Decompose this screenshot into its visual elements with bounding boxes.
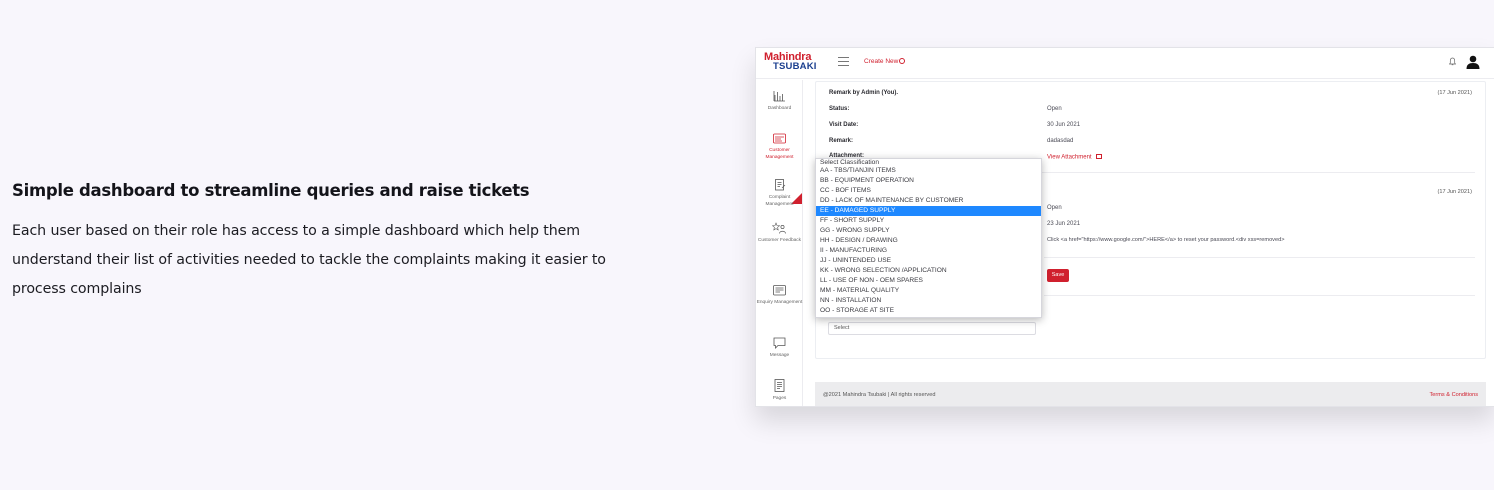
sidebar-item-message[interactable]: Message — [756, 337, 803, 359]
dropdown-placeholder[interactable]: Select Classification — [816, 159, 1041, 166]
view-attachment-link[interactable]: View Attachment — [1047, 154, 1103, 161]
remark-date: (17 Jun 2021) — [1437, 90, 1472, 96]
footer: @2021 Mahindra Tsubaki | All rights rese… — [815, 382, 1486, 406]
logo-line-2: TSUBAKI — [773, 61, 817, 72]
dropdown-option[interactable]: CC - BOF ITEMS — [816, 186, 1041, 196]
dropdown-option[interactable]: JJ - UNINTENDED USE — [816, 256, 1041, 266]
top-bar: Mahindra TSUBAKI Create New — [756, 48, 1494, 79]
form-icon — [773, 285, 786, 296]
terms-link[interactable]: Terms & Conditions — [1430, 392, 1479, 398]
copyright-text: @2021 Mahindra Tsubaki | All rights rese… — [823, 392, 936, 398]
visit-date-value: 30 Jun 2021 — [1047, 122, 1081, 128]
dropdown-option[interactable]: MM - MATERIAL QUALITY — [816, 286, 1041, 296]
dropdown-option[interactable]: KK - WRONG SELECTION /APPLICATION — [816, 266, 1041, 276]
dropdown-option[interactable]: BB - EQUIPMENT OPERATION — [816, 176, 1041, 186]
app-screenshot: Mahindra TSUBAKI Create New Dashboard Cu… — [755, 47, 1494, 407]
status-label: Status: — [829, 106, 850, 112]
external-link-icon — [1096, 154, 1103, 159]
dropdown-option-selected[interactable]: EE - DAMAGED SUPPLY — [816, 206, 1041, 216]
remark-date-2: (17 Jun 2021) — [1437, 189, 1472, 195]
sidebar-label: Pages — [772, 396, 787, 401]
remark-label: Remark: — [829, 138, 854, 144]
menu-icon[interactable] — [838, 57, 849, 66]
sidebar-item-enquiry-management[interactable]: Enquiry Management — [756, 285, 803, 306]
divider — [1044, 295, 1475, 296]
sidebar-label: Dashboard — [767, 106, 792, 111]
sidebar: Dashboard Customer Management Complaint … — [756, 80, 803, 406]
dropdown-option[interactable]: FF - SHORT SUPPLY — [816, 216, 1041, 226]
sidebar-label: Customer Management — [765, 148, 794, 160]
remark-value-2: Click <a href="https://www.google.com/">… — [1047, 237, 1285, 243]
sidebar-item-customer-feedback[interactable]: Customer Feedback — [756, 222, 803, 244]
clipboard-icon — [774, 179, 785, 191]
view-attachment-label: View Attachment — [1047, 154, 1092, 161]
status-value-2: Open — [1047, 205, 1062, 211]
dropdown-option[interactable]: DD - LACK OF MAINTENANCE BY CUSTOMER — [816, 196, 1041, 206]
hero-title: Simple dashboard to streamline queries a… — [12, 181, 530, 200]
chat-bubble-icon — [773, 337, 786, 349]
status-value: Open — [1047, 106, 1062, 112]
save-button[interactable]: Save — [1047, 269, 1069, 282]
user-avatar-icon[interactable] — [1466, 55, 1480, 69]
sidebar-item-dashboard[interactable]: Dashboard — [756, 90, 803, 112]
divider — [1044, 257, 1475, 258]
sidebar-label: Customer Feedback — [757, 238, 802, 243]
bar-chart-icon — [773, 91, 785, 102]
bell-icon[interactable] — [1449, 57, 1456, 66]
star-person-icon — [772, 222, 786, 234]
create-new-label: Create New — [864, 58, 899, 65]
id-card-icon — [773, 133, 786, 144]
dropdown-option[interactable]: HH - DESIGN / DRAWING — [816, 236, 1041, 246]
create-new-button[interactable]: Create New — [864, 58, 906, 65]
dropdown-option[interactable]: GG - WRONG SUPPLY — [816, 226, 1041, 236]
sidebar-item-pages[interactable]: Pages — [756, 379, 803, 402]
hero-section: Simple dashboard to streamline queries a… — [12, 181, 652, 304]
dropdown-option[interactable]: NN - INSTALLATION — [816, 296, 1041, 306]
remark-heading: Remark by Admin (You). — [829, 90, 899, 96]
brand-logo[interactable]: Mahindra TSUBAKI — [764, 52, 817, 72]
sidebar-item-complaint-management[interactable]: Complaint Management — [756, 178, 803, 208]
sidebar-label: Message — [769, 353, 790, 358]
hero-description: Each user based on their role has access… — [12, 223, 606, 297]
dropdown-option[interactable]: II - MANUFACTURING — [816, 246, 1041, 256]
classification-select[interactable]: Select — [828, 322, 1036, 335]
sidebar-item-customer-management[interactable]: Customer Management — [756, 133, 803, 161]
visit-date-value-2: 23 Jun 2021 — [1047, 221, 1081, 227]
sidebar-label: Complaint Management — [765, 195, 794, 207]
sidebar-label: Enquiry Management — [756, 300, 803, 305]
remark-value: dadasdad — [1047, 138, 1074, 144]
dropdown-option[interactable]: AA - TBS/TIANJIN ITEMS — [816, 166, 1041, 176]
plus-circle-icon — [899, 58, 906, 64]
classification-dropdown-list: Select Classification AA - TBS/TIANJIN I… — [815, 158, 1042, 318]
document-icon — [774, 379, 785, 392]
dropdown-option[interactable]: OO - STORAGE AT SITE — [816, 306, 1041, 316]
visit-date-label: Visit Date: — [829, 122, 859, 128]
dropdown-option[interactable]: LL - USE OF NON - OEM SPARES — [816, 276, 1041, 286]
